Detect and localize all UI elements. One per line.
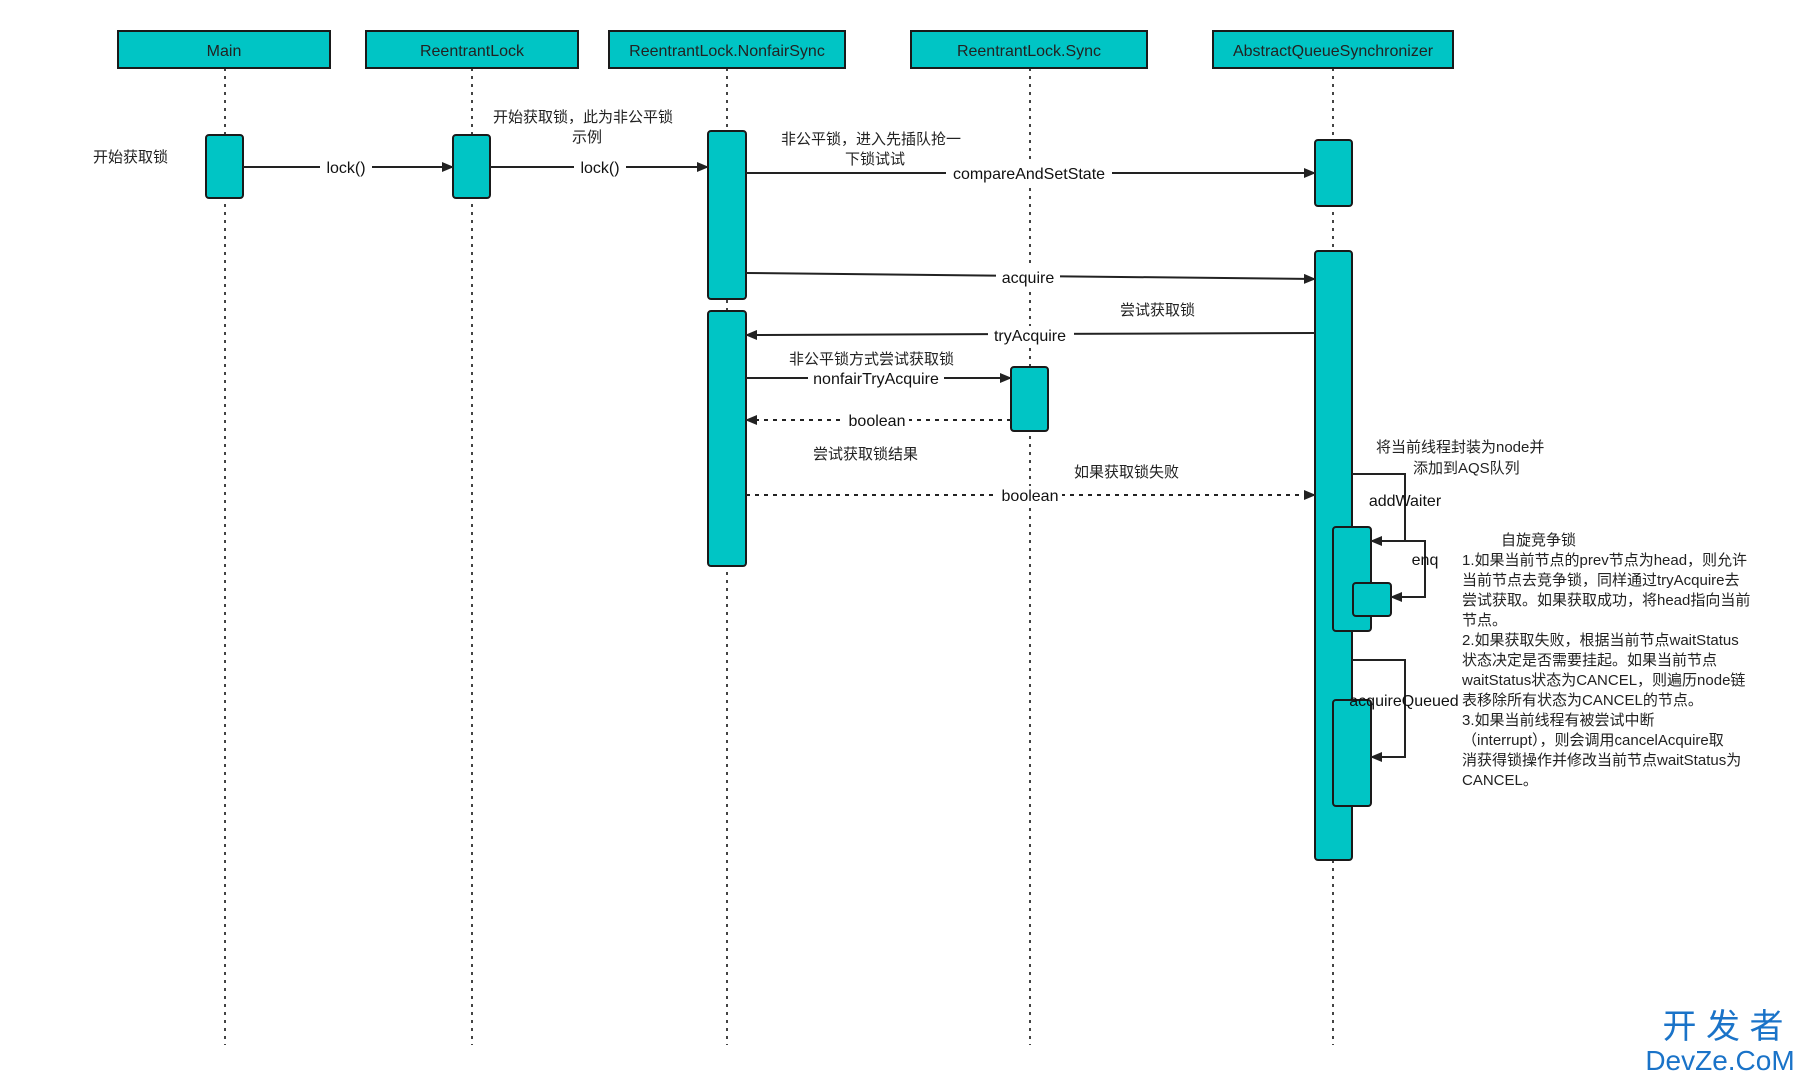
note-nonfair: 非公平锁方式尝试获取锁 — [789, 351, 954, 368]
note-fail: 如果获取锁失败 — [1074, 464, 1179, 481]
note-desc-line: CANCEL。 — [1462, 772, 1538, 789]
label-enq: enq — [1412, 552, 1439, 569]
note-desc-line: 节点。 — [1462, 612, 1507, 629]
note-wrap-2: 添加到AQS队列 — [1413, 460, 1520, 477]
note-desc-line: 尝试获取。如果获取成功，将head指向当前 — [1462, 592, 1750, 609]
note-desc-line: （interrupt），则会调用cancelAcquire取 — [1462, 732, 1724, 749]
note-desc-line: 3.如果当前线程有被尝试中断 — [1462, 712, 1655, 729]
watermark-top: 开 发 者 — [1663, 1008, 1784, 1046]
activation-nonfairsync-1 — [707, 130, 747, 300]
note-rl-2: 示例 — [572, 129, 602, 146]
note-nf-1: 非公平锁，进入先插队抢一 — [781, 130, 961, 148]
note-desc-line: 状态决定是否需要挂起。如果当前节点 — [1462, 652, 1717, 669]
participant-reentrantlock-label: ReentrantLock — [420, 43, 525, 60]
note-description: 1.如果当前节点的prev节点为head，则允许 当前节点去竞争锁，同样通过tr… — [1461, 552, 1750, 789]
participant-nonfairsync-label: ReentrantLock.NonfairSync — [629, 43, 825, 60]
diagram-canvas: Main ReentrantLock ReentrantLock.Nonfair… — [93, 30, 1795, 1076]
label-return-boolean: boolean — [849, 413, 906, 430]
note-desc-line: waitStatus状态为CANCEL，则遍历node链 — [1461, 672, 1745, 689]
label-main-lock: lock() — [326, 160, 365, 177]
label-acquire: acquire — [1002, 270, 1055, 287]
note-rl-1: 开始获取锁，此为非公平锁 — [493, 109, 673, 126]
label-addwaiter: addWaiter — [1369, 493, 1442, 510]
label-tryacquire: tryAcquire — [994, 328, 1066, 345]
participant-sync-label: ReentrantLock.Sync — [957, 43, 1101, 60]
note-desc-line: 当前节点去竞争锁，同样通过tryAcquire去 — [1462, 571, 1740, 589]
label-return-boolean-aqs: boolean — [1002, 488, 1059, 505]
activation-nonfairsync-2 — [707, 310, 747, 567]
sequence-diagram: Main ReentrantLock ReentrantLock.Nonfair… — [0, 0, 1806, 1078]
activation-aqs-cas — [1314, 139, 1353, 207]
watermark-bottom: DevZe.CoM — [1645, 1045, 1794, 1076]
lifelines — [224, 68, 1334, 1045]
note-try: 尝试获取锁 — [1120, 302, 1195, 319]
label-cas: compareAndSetState — [953, 166, 1105, 183]
note-spin-title: 自旋竞争锁 — [1501, 531, 1576, 549]
activation-sync — [1010, 366, 1049, 432]
note-desc-line: 2.如果获取失败，根据当前节点waitStatus — [1462, 632, 1739, 649]
note-result: 尝试获取锁结果 — [813, 446, 918, 463]
participant-main-label: Main — [207, 43, 242, 60]
watermark: 开 发 者 DevZe.CoM — [1645, 1008, 1794, 1076]
note-start: 开始获取锁 — [93, 149, 168, 166]
note-desc-line: 1.如果当前节点的prev节点为head，则允许 — [1462, 552, 1747, 569]
activation-aqs-enq — [1352, 582, 1392, 617]
note-desc-line: 表移除所有状态为CANCEL的节点。 — [1462, 692, 1703, 709]
activation-main — [205, 134, 244, 199]
activation-aqs-acquirequeued — [1332, 699, 1372, 807]
activation-reentrantlock — [452, 134, 491, 199]
note-wrap-1: 将当前线程封装为node并 — [1376, 439, 1544, 456]
note-nf-2: 下锁试试 — [845, 151, 905, 168]
note-desc-line: 消获得锁操作并修改当前节点waitStatus为 — [1462, 752, 1741, 769]
participant-aqs-label: AbstractQueueSynchronizer — [1233, 43, 1434, 60]
label-rl-lock: lock() — [580, 160, 619, 177]
label-acquirequeued: acquireQueued — [1349, 693, 1458, 710]
label-nonfairtryacquire: nonfairTryAcquire — [813, 371, 939, 388]
